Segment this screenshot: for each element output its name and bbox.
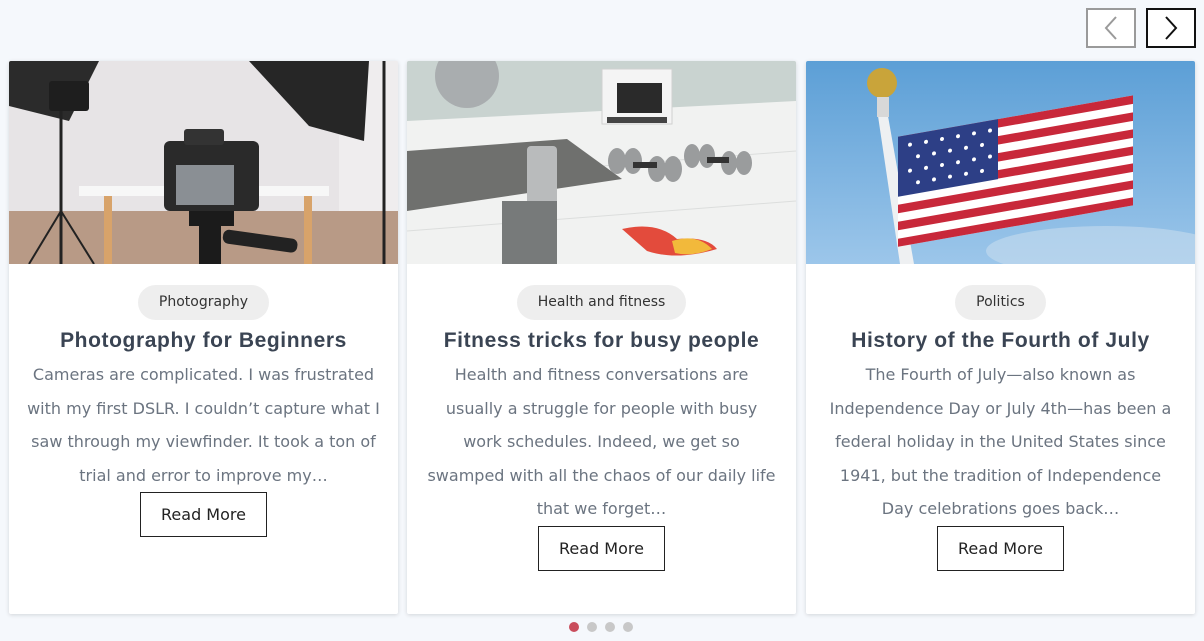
post-title[interactable]: History of the Fourth of July — [824, 328, 1177, 354]
pagination-dot-4[interactable] — [623, 622, 633, 632]
read-more-button[interactable]: Read More — [140, 492, 267, 537]
post-card-fitness: Health and fitness Fitness tricks for bu… — [407, 61, 796, 614]
post-card-politics: Politics History of the Fourth of July T… — [806, 61, 1195, 614]
carousel-next-button[interactable] — [1146, 8, 1196, 48]
post-title[interactable]: Photography for Beginners — [27, 328, 380, 354]
read-more-button[interactable]: Read More — [538, 525, 665, 571]
chevron-left-icon — [1104, 16, 1117, 40]
pagination-dot-1[interactable] — [569, 622, 579, 632]
pagination-dot-2[interactable] — [587, 622, 597, 632]
post-image-dumbbells — [407, 61, 796, 264]
post-excerpt: Health and fitness conversations are usu… — [427, 365, 776, 518]
read-more-button[interactable]: Read More — [937, 525, 1064, 571]
category-badge[interactable]: Photography — [137, 285, 270, 320]
post-image-flag — [806, 61, 1195, 264]
post-title[interactable]: Fitness tricks for busy people — [425, 328, 778, 354]
post-excerpt: The Fourth of July—also known as Indepen… — [829, 365, 1172, 518]
post-image-camera — [9, 61, 398, 264]
pagination-dot-3[interactable] — [605, 622, 615, 632]
post-card-photography: Photography Photography for Beginners Ca… — [9, 61, 398, 614]
chevron-right-icon — [1165, 16, 1178, 40]
category-badge[interactable]: Politics — [955, 285, 1046, 320]
post-excerpt: Cameras are complicated. I was frustrate… — [27, 365, 380, 485]
carousel-pagination — [569, 622, 633, 632]
category-badge[interactable]: Health and fitness — [516, 285, 687, 320]
carousel-prev-button[interactable] — [1086, 8, 1136, 48]
